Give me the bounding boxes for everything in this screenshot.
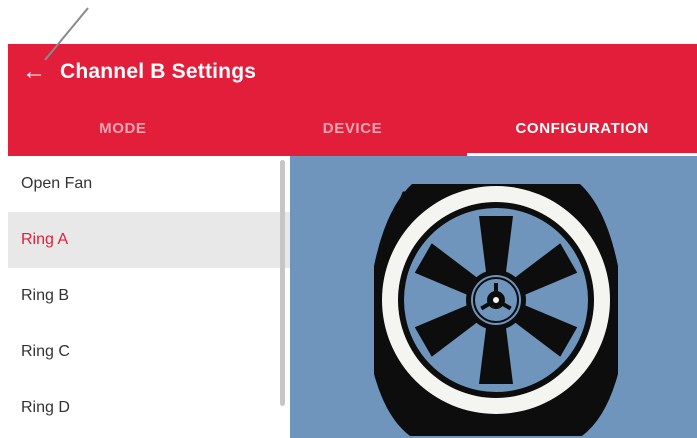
arrow-left-icon: ← bbox=[22, 58, 46, 85]
list-item-label: Ring D bbox=[21, 399, 70, 416]
tab-device[interactable]: DEVICE bbox=[238, 100, 468, 156]
ring-fan-icon: A bbox=[374, 184, 618, 436]
list-item-label: Ring A bbox=[21, 231, 69, 248]
configuration-list: Open Fan Ring A Ring B Ring C Ring D bbox=[8, 156, 290, 438]
tab-bar: MODE DEVICE CONFIGURATION bbox=[8, 100, 697, 156]
list-item-label: Ring B bbox=[21, 287, 70, 304]
tab-mode[interactable]: MODE bbox=[8, 100, 238, 156]
fan-preview-panel: A bbox=[290, 156, 697, 438]
app-bar: ← Channel B Settings bbox=[8, 44, 697, 100]
list-item-ring-c[interactable]: Ring C bbox=[8, 324, 290, 380]
list-item-label: Ring C bbox=[21, 343, 70, 360]
list-scrollbar[interactable] bbox=[280, 160, 285, 406]
list-item-open-fan[interactable]: Open Fan bbox=[8, 156, 290, 212]
list-item-ring-a[interactable]: Ring A bbox=[8, 212, 290, 268]
app-window: ← Channel B Settings MODE DEVICE CONFIGU… bbox=[8, 44, 697, 438]
list-item-ring-d[interactable]: Ring D bbox=[8, 380, 290, 436]
list-item-ring-b[interactable]: Ring B bbox=[8, 268, 290, 324]
list-item-label: Open Fan bbox=[21, 175, 93, 192]
ring-label: A bbox=[396, 187, 412, 214]
tab-configuration[interactable]: CONFIGURATION bbox=[467, 100, 697, 156]
back-button[interactable]: ← bbox=[8, 44, 60, 100]
page-title: Channel B Settings bbox=[60, 60, 257, 83]
